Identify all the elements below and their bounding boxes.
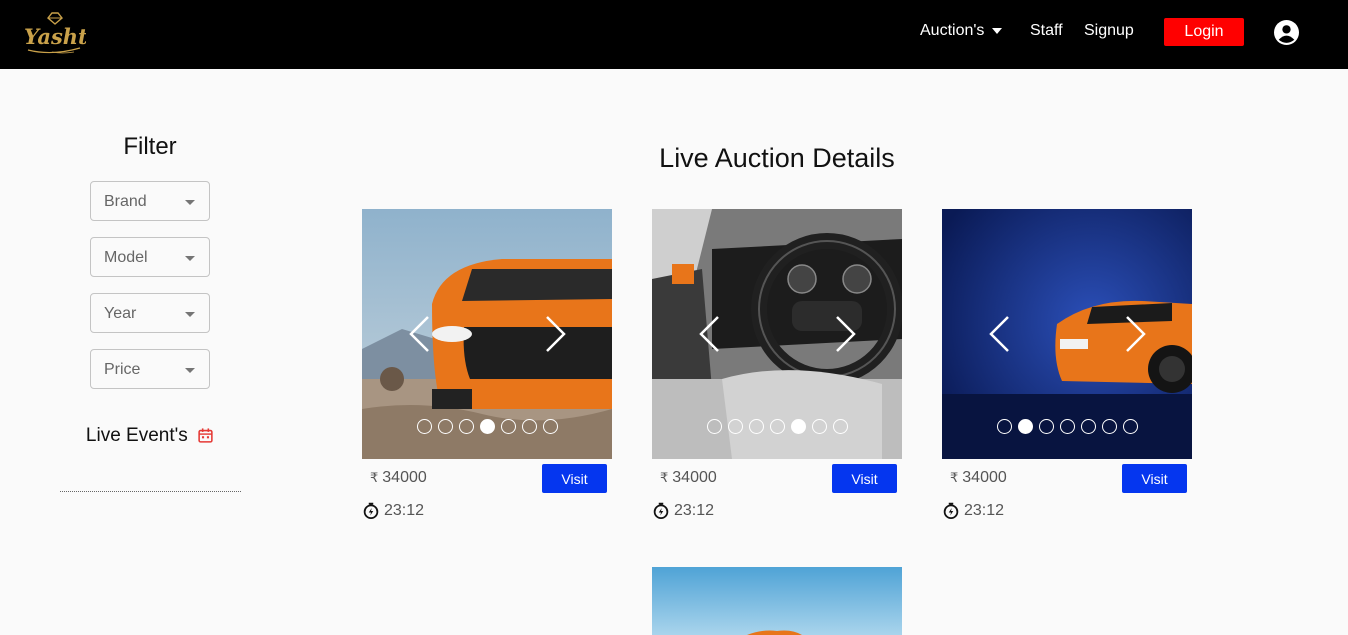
chevron-right-icon[interactable] [835,315,857,353]
carousel-dot-active[interactable] [1017,419,1033,434]
dropdown-arrow-icon [185,200,195,205]
countdown-timer: 23:12 [652,502,714,520]
chevron-left-icon[interactable] [988,315,1010,353]
filter-divider [60,491,241,492]
visit-button[interactable]: Visit [832,464,897,493]
auction-card: ₹34000 Visit 23:12 [362,209,612,519]
rupee-icon: ₹ [950,470,959,485]
top-navbar: Yashti Auction's Staff Signup Login [0,0,1348,69]
timer-value: 23:12 [674,502,715,520]
dropdown-arrow-icon [185,312,195,317]
auction-card [652,567,902,635]
nav-signup-link[interactable]: Signup [1084,22,1134,40]
car-image-carousel[interactable] [362,209,612,459]
carousel-dot[interactable] [416,419,432,434]
svg-text:Yashti: Yashti [24,24,86,49]
price-select[interactable]: Price [90,349,210,389]
timer-icon [363,502,379,520]
filter-title: Filter [123,133,177,160]
price-value: 34000 [672,469,717,486]
price-display: ₹34000 [660,469,717,487]
model-select[interactable]: Model [90,237,210,277]
live-events-label: Live Event's [85,425,188,446]
carousel-indicators [652,419,902,434]
carousel-dot-active[interactable] [479,419,495,434]
carousel-dot[interactable] [1080,419,1096,434]
carousel-indicators [362,419,612,434]
page-title: Live Auction Details [659,143,895,173]
carousel-dot[interactable] [769,419,785,434]
rupee-icon: ₹ [370,470,379,485]
carousel-dot[interactable] [500,419,516,434]
carousel-dot[interactable] [1059,419,1075,434]
carousel-dot[interactable] [1038,419,1054,434]
timer-icon [653,502,669,520]
car-image-carousel[interactable] [652,567,902,635]
nav-staff-link[interactable]: Staff [1030,22,1063,40]
dropdown-arrow-icon [185,256,195,261]
brand-select[interactable]: Brand [90,181,210,221]
brand-select-label: Brand [104,193,147,210]
price-value: 34000 [962,469,1007,486]
car-image-carousel[interactable] [942,209,1192,459]
price-value: 34000 [382,469,427,486]
carousel-dot[interactable] [437,419,453,434]
dropdown-arrow-icon [185,368,195,373]
auction-card: ₹34000 Visit 23:12 [652,209,902,519]
price-select-label: Price [104,361,141,378]
year-select-label: Year [104,305,137,322]
timer-icon [943,502,959,520]
price-display: ₹34000 [370,469,427,487]
login-button[interactable]: Login [1164,18,1244,46]
auction-card: ₹34000 Visit 23:12 [942,209,1192,519]
carousel-dot[interactable] [811,419,827,434]
nav-auctions-dropdown[interactable]: Auction's [920,22,1003,40]
calendar-icon [198,428,213,444]
car-photo-sky [652,567,902,635]
price-display: ₹34000 [950,469,1007,487]
carousel-dot[interactable] [1122,419,1138,434]
chevron-right-icon[interactable] [545,315,567,353]
caret-down-icon [992,27,1003,34]
chevron-right-icon[interactable] [1125,315,1147,353]
chevron-left-icon[interactable] [698,315,720,353]
countdown-timer: 23:12 [942,502,1004,520]
year-select[interactable]: Year [90,293,210,333]
visit-button[interactable]: Visit [542,464,607,493]
account-circle-icon[interactable] [1274,20,1299,45]
carousel-dot-active[interactable] [790,419,806,434]
carousel-dot[interactable] [996,419,1012,434]
nav-auctions-label: Auction's [920,22,985,39]
carousel-dot[interactable] [1101,419,1117,434]
carousel-dot[interactable] [727,419,743,434]
carousel-dot[interactable] [458,419,474,434]
chevron-left-icon[interactable] [408,315,430,353]
carousel-dot[interactable] [706,419,722,434]
timer-value: 23:12 [964,502,1005,520]
carousel-dot[interactable] [832,419,848,434]
visit-button[interactable]: Visit [1122,464,1187,493]
car-image-carousel[interactable] [652,209,902,459]
carousel-indicators [942,419,1192,434]
live-events-link[interactable]: Live Event's [60,425,240,447]
yashti-logo[interactable]: Yashti [22,10,86,58]
carousel-dot[interactable] [748,419,764,434]
timer-value: 23:12 [384,502,425,520]
model-select-label: Model [104,249,148,266]
carousel-dot[interactable] [521,419,537,434]
carousel-dot[interactable] [542,419,558,434]
countdown-timer: 23:12 [362,502,424,520]
rupee-icon: ₹ [660,470,669,485]
